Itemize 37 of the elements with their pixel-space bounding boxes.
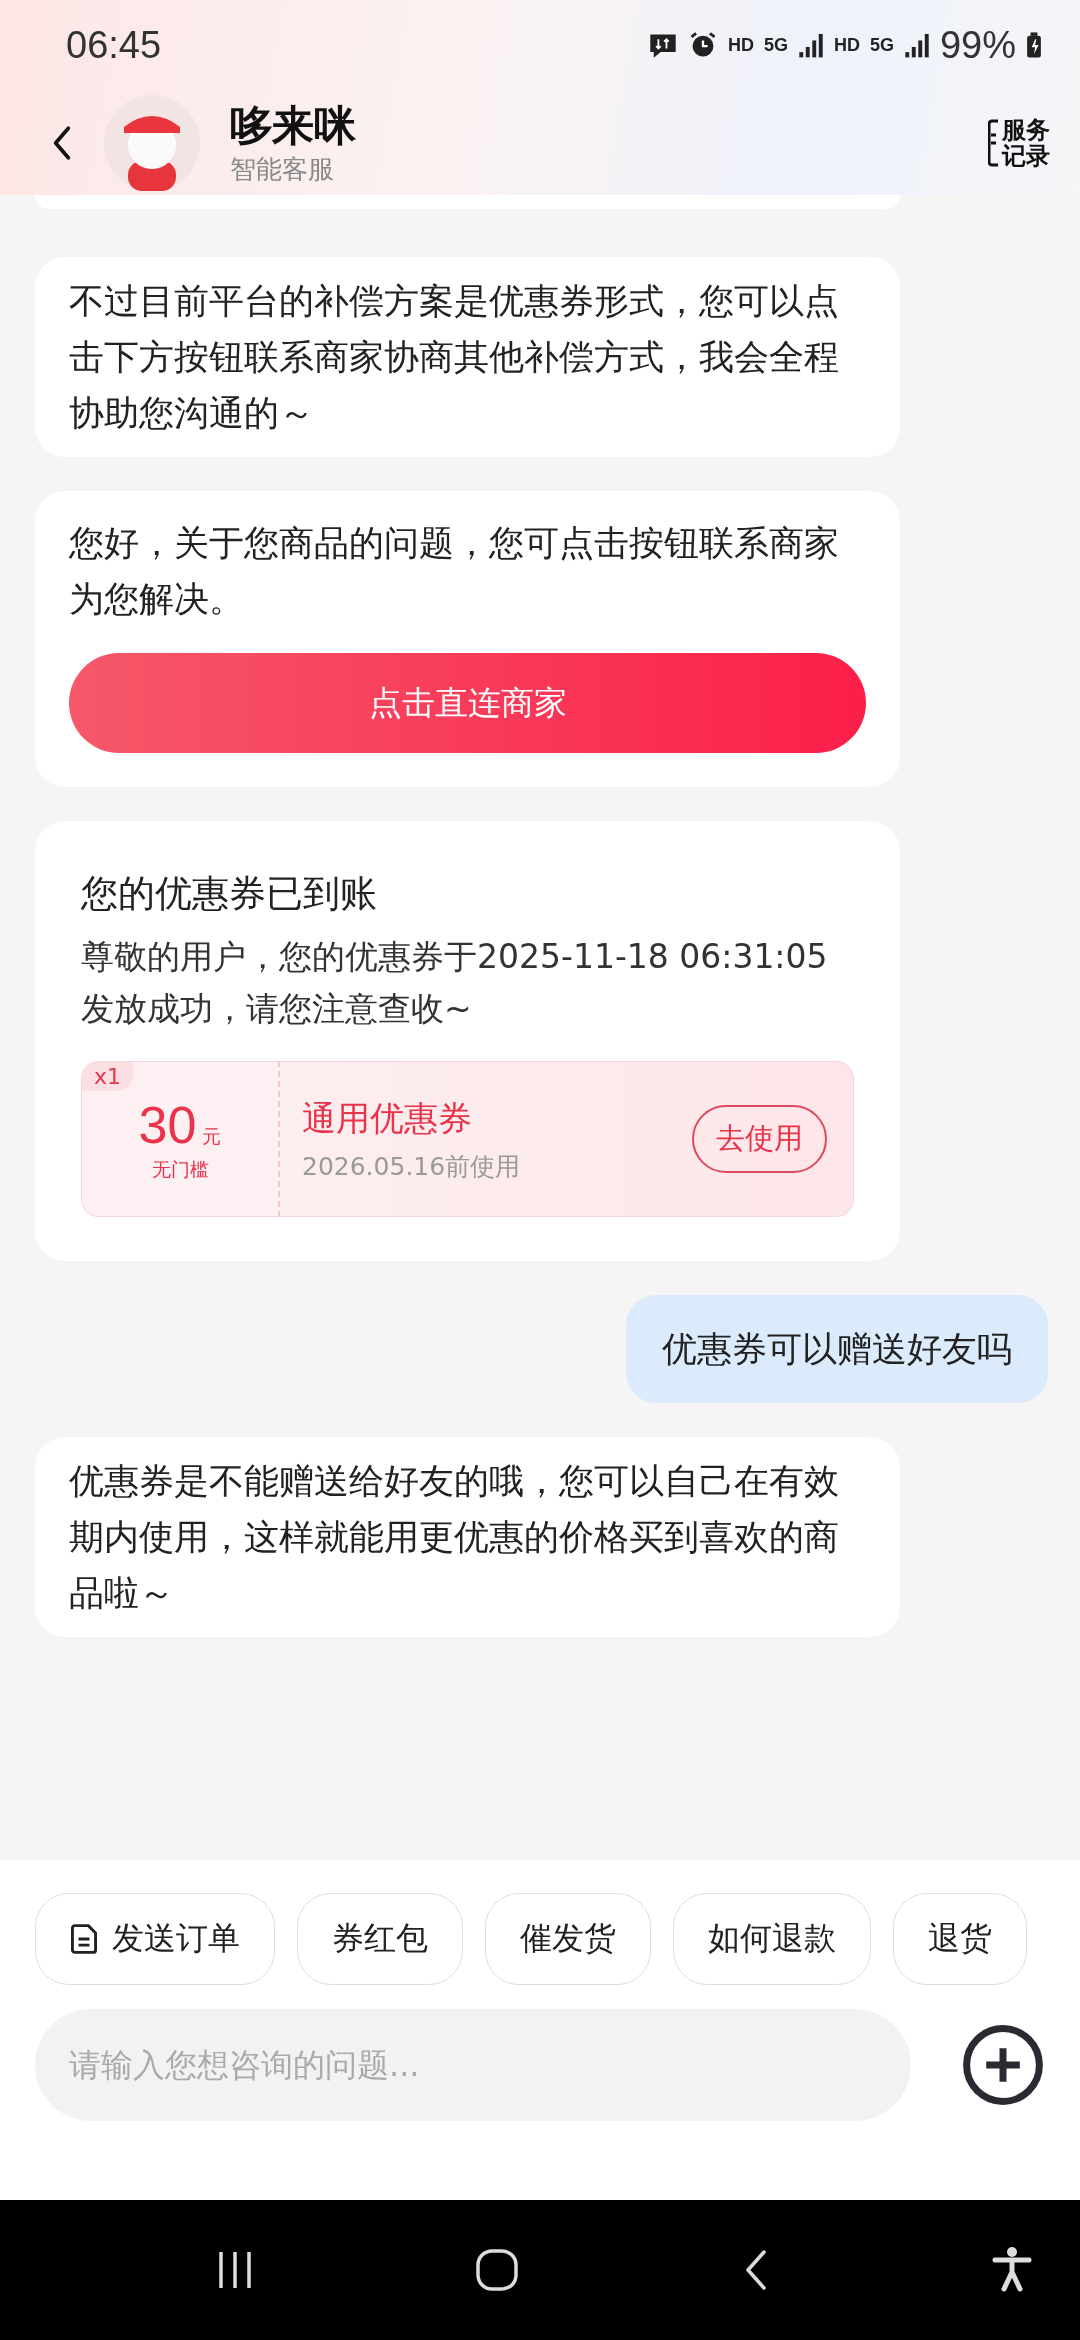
network-label: HD bbox=[833, 34, 860, 56]
coupon-name: 通用优惠券 bbox=[302, 1096, 473, 1140]
avatar-icon bbox=[102, 92, 202, 193]
message-title: 您的优惠券已到账 bbox=[81, 871, 378, 917]
quick-reply-chip[interactable]: 如何退款 bbox=[673, 1893, 871, 1985]
chat-title: 哆来咪 bbox=[230, 99, 357, 152]
message-bubble: 优惠券可以赠送好友吗 bbox=[626, 1295, 1048, 1403]
coupon-count-badge: x1 bbox=[82, 1062, 134, 1091]
message-text: 您好，关于您商品的问题，您可点击按钮联系商家为您解决。 bbox=[69, 522, 840, 621]
recent-apps-icon[interactable] bbox=[218, 2250, 252, 2290]
quick-reply-chip[interactable]: 退货 bbox=[893, 1893, 1027, 1985]
currency-unit: 元 bbox=[202, 1124, 222, 1149]
battery-percent: 99% bbox=[939, 23, 1016, 67]
coupon-validity: 2026.05.16前使用 bbox=[302, 1150, 521, 1183]
message-text: 尊敬的用户，您的优惠券于2025-11-18 06:31:05发放成功，请您注意查收~ bbox=[81, 936, 829, 1030]
clock-time: 06:45 bbox=[66, 23, 162, 67]
accessibility-icon[interactable] bbox=[992, 2247, 1032, 2293]
quick-reply-chip[interactable]: 发送订单 bbox=[35, 1893, 275, 1985]
coupon-condition: 无门槛 bbox=[151, 1157, 209, 1182]
coupon-amount: 30 bbox=[138, 1095, 197, 1155]
add-icon[interactable] bbox=[961, 2023, 1045, 2107]
use-coupon-button[interactable]: 去使用 bbox=[692, 1105, 827, 1173]
battery-icon bbox=[1026, 32, 1042, 58]
service-record-button[interactable]: 服务记录 bbox=[988, 116, 1050, 169]
signal-icon bbox=[903, 31, 930, 59]
network-label: HD bbox=[727, 34, 754, 56]
network-label: 5G bbox=[869, 34, 894, 56]
quick-reply-chip[interactable]: 催发货 bbox=[485, 1893, 651, 1985]
chat-subtitle: 智能客服 bbox=[230, 152, 335, 186]
message-bubble: 优惠券是不能赠送给好友的哦，您可以自己在有效期内使用，这样就能用更优惠的价格买到喜欢的商品啦～ bbox=[35, 1437, 900, 1637]
network-label: 5G bbox=[763, 34, 788, 56]
signal-icon bbox=[797, 31, 824, 59]
contact-merchant-button[interactable]: 点击直连商家 bbox=[69, 653, 866, 753]
message-input-field[interactable]: 请输入您想咨询的问题... bbox=[35, 2009, 911, 2121]
quick-reply-chip[interactable]: 券红包 bbox=[297, 1893, 463, 1985]
home-icon[interactable] bbox=[475, 2248, 520, 2292]
message-bubble: 不过目前平台的补偿方案是优惠券形式，您可以点击下方按钮联系商家协商其他补偿方式，我会全程协助您沟通的～ bbox=[35, 257, 900, 457]
